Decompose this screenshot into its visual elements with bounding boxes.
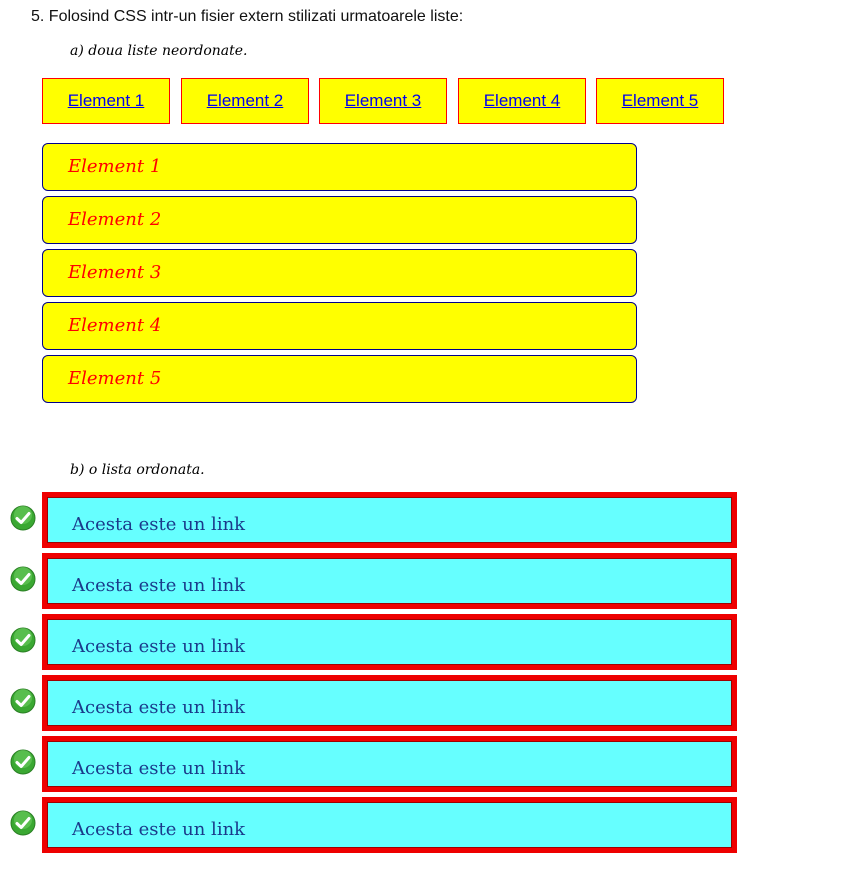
ordered-list-item: Acesta este un link xyxy=(0,797,740,853)
ordered-list-box: Acesta este un link xyxy=(42,675,737,731)
ordered-list-item: Acesta este un link xyxy=(0,492,740,548)
ordered-list-box: Acesta este un link xyxy=(42,736,737,792)
ordered-list-link[interactable]: Acesta este un link xyxy=(72,819,245,840)
vertical-list-item: Element 2 xyxy=(42,196,637,244)
page-heading: 5. Folosind CSS intr-un fisier extern st… xyxy=(31,8,464,25)
ordered-list-link[interactable]: Acesta este un link xyxy=(72,697,245,718)
ordered-list-item: Acesta este un link xyxy=(0,614,740,670)
vertical-list-label: Element 2 xyxy=(68,209,162,230)
ordered-list-item: Acesta este un link xyxy=(0,736,740,792)
ordered-list-link[interactable]: Acesta este un link xyxy=(72,575,245,596)
horizontal-list-link[interactable]: Element 4 xyxy=(459,79,585,123)
ordered-list-box: Acesta este un link xyxy=(42,797,737,853)
vertical-list-item: Element 4 xyxy=(42,302,637,350)
horizontal-list-link[interactable]: Element 2 xyxy=(182,79,308,123)
horizontal-list-item: Element 1 xyxy=(42,78,170,124)
check-circle-icon xyxy=(10,505,36,531)
ordered-list-box: Acesta este un link xyxy=(42,492,737,548)
check-circle-icon xyxy=(10,810,36,836)
section-a-title: a) doua liste neordonate. xyxy=(70,43,248,59)
section-b-title: b) o lista ordonata. xyxy=(70,462,205,478)
ordered-list-item: Acesta este un link xyxy=(0,675,740,731)
vertical-list-item: Element 3 xyxy=(42,249,637,297)
horizontal-list-link[interactable]: Element 1 xyxy=(43,79,169,123)
vertical-list-label: Element 4 xyxy=(68,315,162,336)
vertical-list-item: Element 5 xyxy=(42,355,637,403)
check-circle-icon xyxy=(10,749,36,775)
ordered-list-link[interactable]: Acesta este un link xyxy=(72,514,245,535)
horizontal-list-item: Element 4 xyxy=(458,78,586,124)
ordered-list-link[interactable]: Acesta este un link xyxy=(72,758,245,779)
ordered-list-link[interactable]: Acesta este un link xyxy=(72,636,245,657)
horizontal-list-item: Element 2 xyxy=(181,78,309,124)
horizontal-list-link[interactable]: Element 5 xyxy=(597,79,723,123)
vertical-list-label: Element 5 xyxy=(68,368,162,389)
horizontal-list-item: Element 5 xyxy=(596,78,724,124)
ordered-list-box: Acesta este un link xyxy=(42,553,737,609)
check-circle-icon xyxy=(10,688,36,714)
ordered-list-box: Acesta este un link xyxy=(42,614,737,670)
horizontal-list-link[interactable]: Element 3 xyxy=(320,79,446,123)
check-circle-icon xyxy=(10,566,36,592)
vertical-list-item: Element 1 xyxy=(42,143,637,191)
vertical-list-label: Element 3 xyxy=(68,262,162,283)
horizontal-list-item: Element 3 xyxy=(319,78,447,124)
vertical-list-label: Element 1 xyxy=(68,156,162,177)
ordered-list-item: Acesta este un link xyxy=(0,553,740,609)
check-circle-icon xyxy=(10,627,36,653)
